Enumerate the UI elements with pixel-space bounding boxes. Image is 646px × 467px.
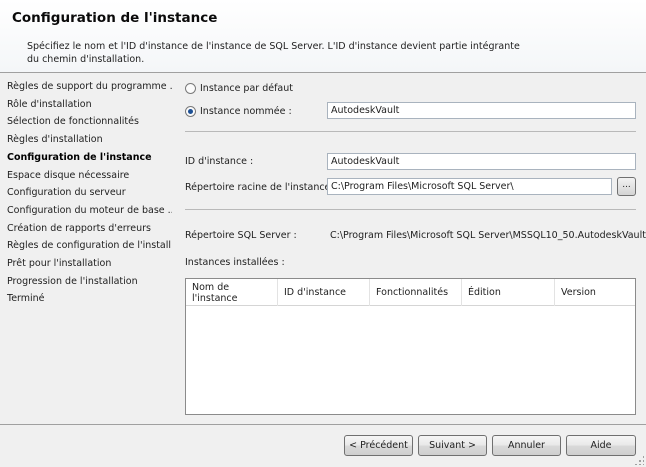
step-server-configuration[interactable]: Configuration du serveur bbox=[7, 186, 126, 200]
button-bar: < Précédent Suivant > Annuler Aide bbox=[0, 425, 646, 467]
step-database-engine-configuration[interactable]: Configuration du moteur de base ... bbox=[7, 204, 177, 218]
named-instance-option[interactable]: Instance nommée : bbox=[185, 104, 292, 118]
default-instance-radio[interactable] bbox=[185, 82, 196, 94]
browse-button[interactable]: ... bbox=[617, 177, 636, 196]
step-complete[interactable]: Terminé bbox=[7, 292, 45, 306]
separator bbox=[185, 131, 636, 132]
next-button[interactable]: Suivant > bbox=[418, 435, 487, 456]
page-header: Configuration de l'instance Spécifiez le… bbox=[0, 0, 646, 73]
content-panel: Instance par défaut Instance nommée : Au… bbox=[172, 74, 646, 424]
step-support-rules[interactable]: Règles de support du programme ... bbox=[7, 80, 179, 94]
column-header-features[interactable]: Fonctionnalités bbox=[370, 279, 462, 306]
step-installation-progress[interactable]: Progression de l'installation bbox=[7, 275, 138, 289]
step-disk-space[interactable]: Espace disque nécessaire bbox=[7, 169, 129, 183]
separator bbox=[185, 209, 636, 210]
column-header-instance-id[interactable]: ID d'instance bbox=[278, 279, 370, 306]
instance-id-label: ID d'instance : bbox=[185, 156, 254, 167]
column-header-version[interactable]: Version bbox=[555, 279, 635, 306]
sql-directory-label: Répertoire SQL Server : bbox=[185, 230, 297, 241]
column-header-instance-name[interactable]: Nom de l'instance bbox=[186, 279, 278, 306]
page-title: Configuration de l'instance bbox=[12, 10, 218, 26]
sql-directory-value: C:\Program Files\Microsoft SQL Server\MS… bbox=[330, 230, 646, 241]
default-instance-label: Instance par défaut bbox=[200, 82, 293, 94]
column-header-edition[interactable]: Édition bbox=[462, 279, 555, 306]
cancel-button[interactable]: Annuler bbox=[492, 435, 561, 456]
page-description: Spécifiez le nom et l'ID d'instance de l… bbox=[27, 41, 520, 65]
step-setup-role[interactable]: Rôle d'installation bbox=[7, 98, 92, 112]
default-instance-option[interactable]: Instance par défaut bbox=[185, 81, 293, 95]
table-header: Nom de l'instance ID d'instance Fonction… bbox=[186, 279, 635, 306]
step-ready-to-install[interactable]: Prêt pour l'installation bbox=[7, 257, 111, 271]
installed-instances-label: Instances installées : bbox=[185, 257, 285, 268]
step-error-reporting[interactable]: Création de rapports d'erreurs bbox=[7, 222, 151, 236]
step-feature-selection[interactable]: Sélection de fonctionnalités bbox=[7, 115, 139, 129]
named-instance-input[interactable]: AutodeskVault bbox=[327, 102, 636, 119]
named-instance-radio[interactable] bbox=[185, 105, 196, 117]
resize-grip-icon[interactable] bbox=[634, 455, 644, 465]
previous-button[interactable]: < Précédent bbox=[344, 435, 413, 456]
instance-id-input[interactable]: AutodeskVault bbox=[327, 153, 636, 170]
steps-sidebar: Règles de support du programme ... Rôle … bbox=[0, 74, 180, 424]
installed-instances-table[interactable]: Nom de l'instance ID d'instance Fonction… bbox=[185, 278, 636, 415]
step-installation-rules[interactable]: Règles d'installation bbox=[7, 133, 103, 147]
root-directory-input[interactable]: C:\Program Files\Microsoft SQL Server\ bbox=[327, 178, 612, 195]
step-configuration-rules[interactable]: Règles de configuration de l'install... bbox=[7, 239, 180, 253]
named-instance-label: Instance nommée : bbox=[200, 105, 292, 117]
step-instance-configuration[interactable]: Configuration de l'instance bbox=[7, 151, 152, 165]
root-directory-label: Répertoire racine de l'instance : bbox=[185, 182, 337, 193]
help-button[interactable]: Aide bbox=[566, 435, 636, 456]
